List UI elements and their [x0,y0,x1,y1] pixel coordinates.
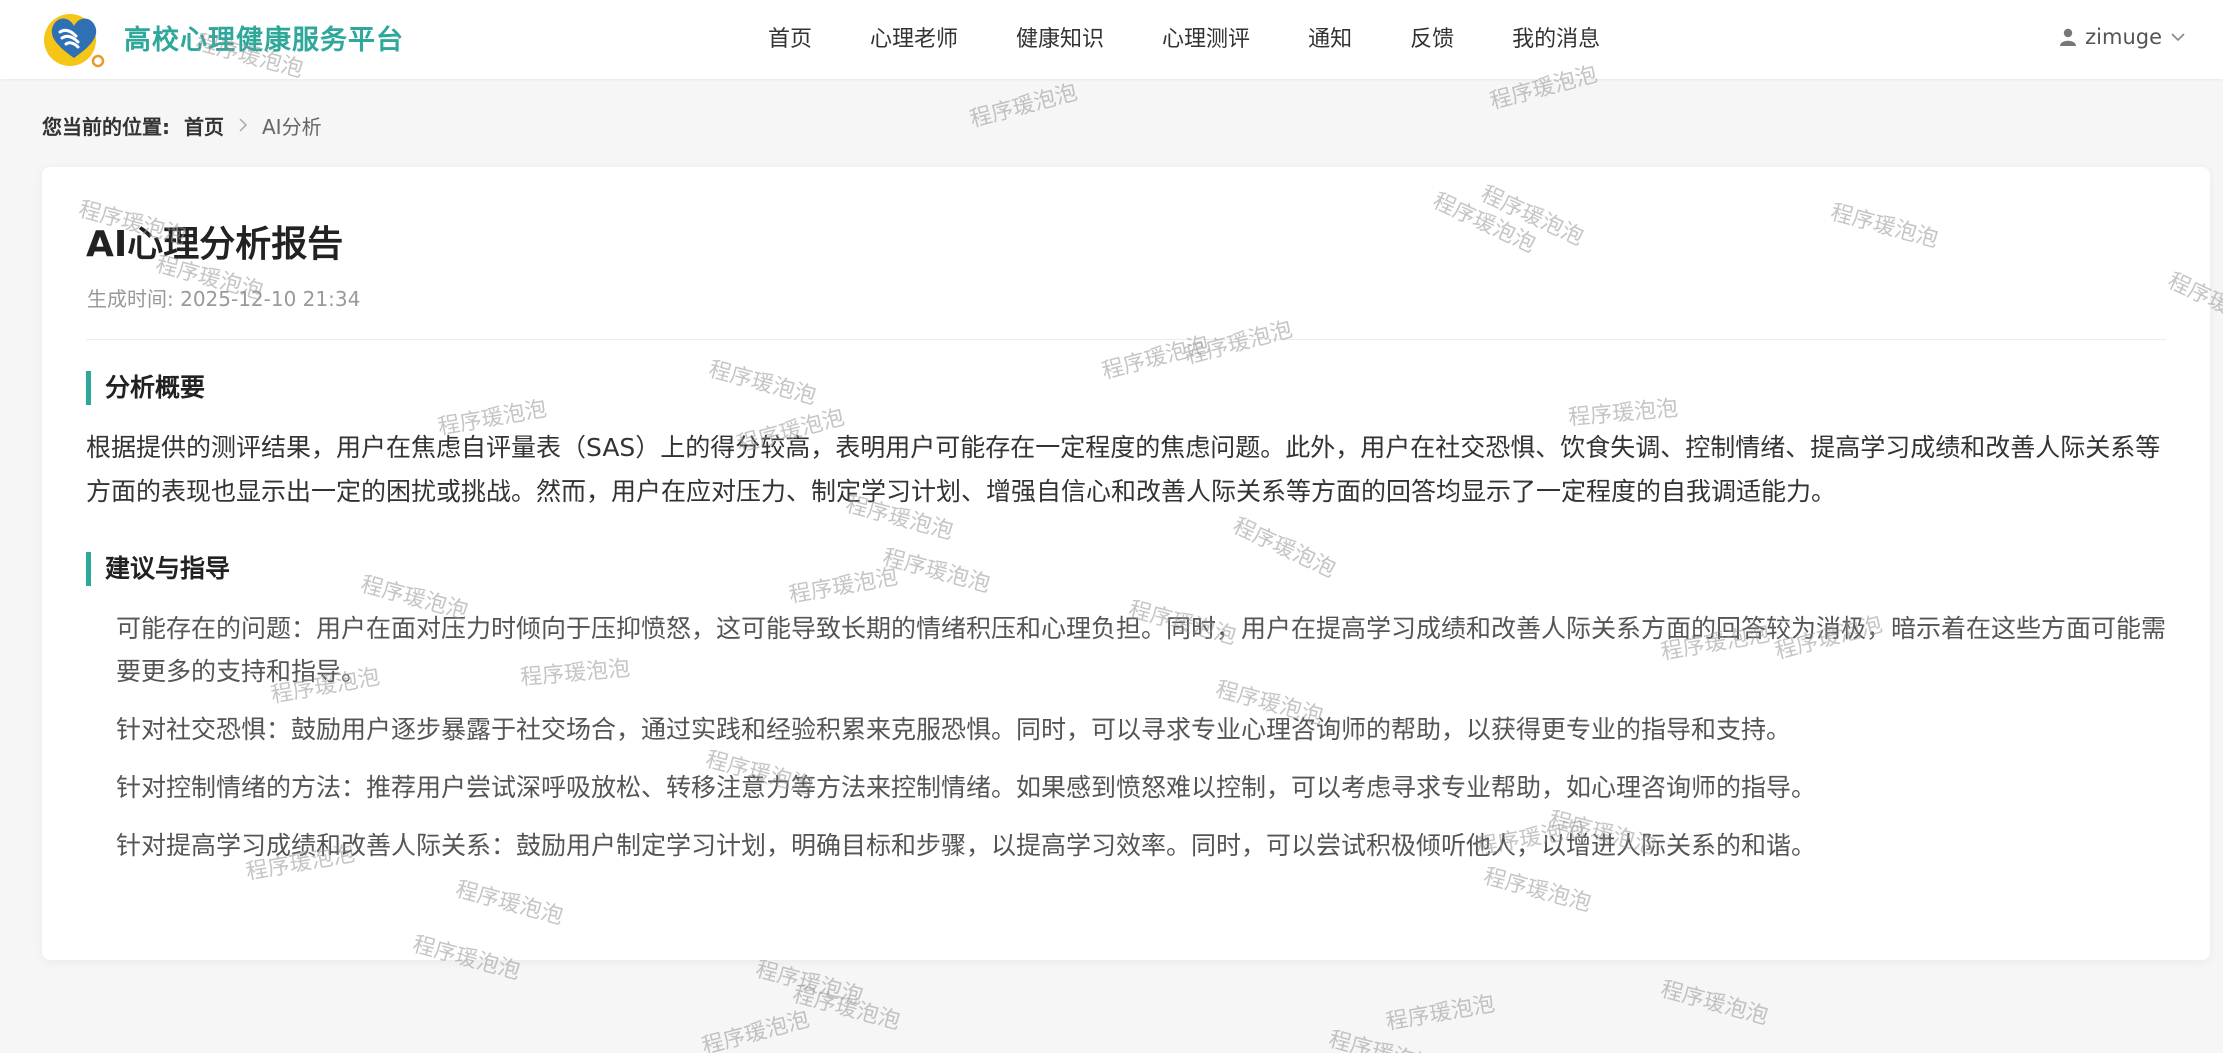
watermark: 程序瑗泡泡 [789,982,903,1035]
breadcrumb-prefix: 您当前的位置: [42,114,170,139]
generated-time: 生成时间: 2025-12-10 21:34 [87,287,361,311]
username: zimuge [2085,25,2162,49]
nav-notices[interactable]: 通知 [1308,21,1352,53]
advice-item: 针对控制情绪的方法：推荐用户尝试深呼吸放松、转移注意力等方法来控制情绪。如果感到… [116,773,1817,802]
nav-knowledge[interactable]: 健康知识 [1016,21,1104,53]
brand-title: 高校心理健康服务平台 [124,24,404,56]
watermark: 程序瑗泡泡 [752,957,866,1010]
watermark: 程序瑗泡泡 [1326,1021,1441,1053]
advice-item: 可能存在的问题：用户在面对压力时倾向于压抑愤怒，这可能导致长期的情绪积压和心理负… [116,614,2167,686]
watermark: 程序瑗泡泡 [967,80,1081,133]
nav-teachers[interactable]: 心理老师 [870,21,958,53]
user-menu-dropdown[interactable]: zimuge [2060,0,2185,74]
breadcrumb-home-link[interactable]: 首页 [184,111,224,140]
nav-assessment[interactable]: 心理测评 [1162,21,1250,53]
summary-text: 根据提供的测评结果，用户在焦虑自评量表（SAS）上的得分较高，表明用户可能存在一… [86,433,2161,506]
summary-section-title: 分析概要 [86,371,205,405]
watermark: 程序瑗泡泡 [699,1007,813,1053]
breadcrumb: 您当前的位置: 首页 AI分析 [42,110,322,140]
brand-logo-link[interactable]: 高校心理健康服务平台 [40,6,404,68]
page-title: AI心理分析报告 [86,224,344,265]
report-card: AI心理分析报告 生成时间: 2025-12-10 21:34 分析概要 根据提… [42,167,2210,960]
top-header: 高校心理健康服务平台 首页 心理老师 健康知识 心理测评 通知 反馈 我的消息 … [0,0,2223,79]
advice-section-title: 建议与指导 [86,552,230,586]
watermark: 程序瑗泡泡 [1384,991,1497,1036]
advice-item: 针对社交恐惧：鼓励用户逐步暴露于社交场合，通过实践和经验积累来克服恐惧。同时，可… [116,715,1792,744]
main-nav: 首页 心理老师 健康知识 心理测评 通知 反馈 我的消息 [768,0,1600,74]
user-icon [2060,28,2077,46]
watermark: 程序瑗泡泡 [1657,977,1771,1030]
chevron-down-icon [2171,33,2185,42]
nav-home[interactable]: 首页 [768,21,812,53]
advice-item: 针对提高学习成绩和改善人际关系：鼓励用户制定学习计划，明确目标和步骤，以提高学习… [116,831,1817,860]
nav-messages[interactable]: 我的消息 [1512,21,1600,53]
advice-list: 可能存在的问题：用户在面对压力时倾向于压抑愤怒，这可能导致长期的情绪积压和心理负… [116,607,2166,882]
nav-feedback[interactable]: 反馈 [1410,21,1454,53]
chevron-right-icon [239,118,248,132]
divider [86,339,2166,340]
breadcrumb-current: AI分析 [262,114,322,139]
heart-logo-icon [44,14,105,68]
